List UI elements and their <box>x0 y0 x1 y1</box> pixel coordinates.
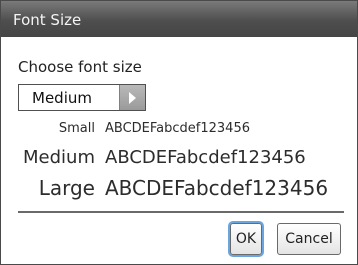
divider <box>18 211 344 213</box>
cancel-button[interactable]: Cancel <box>277 223 341 255</box>
sample-label-medium: Medium <box>23 147 95 168</box>
ok-button[interactable]: OK <box>230 223 262 255</box>
choose-font-size-label: Choose font size <box>18 58 142 76</box>
dialog-title: Font Size <box>13 11 82 29</box>
sample-text-small: ABCDEFabcdef123456 <box>105 121 250 136</box>
sample-text-large: ABCDEFabcdef123456 <box>105 176 329 200</box>
font-size-select[interactable]: Medium <box>18 84 146 111</box>
sample-label-large: Large <box>38 176 95 200</box>
triangle-right-icon <box>129 92 136 104</box>
font-size-select-arrow-button[interactable] <box>119 85 145 110</box>
sample-label-small: Small <box>58 121 95 136</box>
font-size-dialog: Font Size Choose font size Medium Small … <box>0 0 358 265</box>
dialog-titlebar: Font Size <box>1 1 357 37</box>
font-size-select-value: Medium <box>32 89 92 107</box>
sample-text-medium: ABCDEFabcdef123456 <box>105 147 306 168</box>
